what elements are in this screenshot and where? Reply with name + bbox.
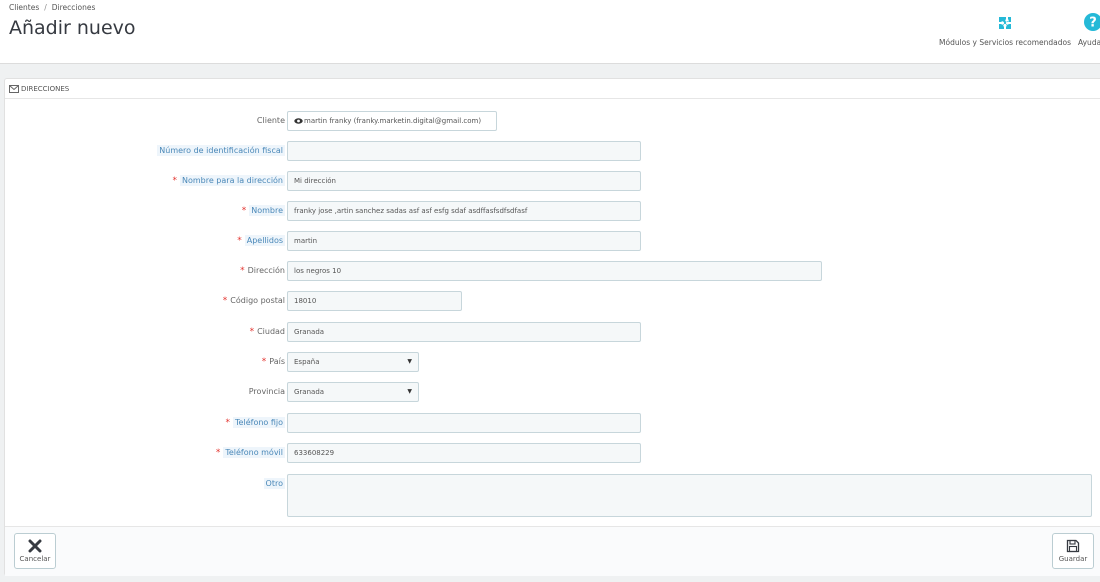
mobile-label: * Teléfono móvil: [215, 447, 285, 458]
form-row-customer: Cliente martin franky (franky.marketin.d…: [5, 111, 1100, 131]
address-label: * Dirección: [240, 266, 285, 276]
save-button[interactable]: Guardar: [1052, 533, 1094, 569]
form-row-vat-number: Número de identificación fiscal: [5, 141, 1100, 161]
phone-input[interactable]: [287, 413, 641, 433]
cancel-button[interactable]: Cancelar: [14, 533, 56, 569]
form-row-phone: * Teléfono fijo: [5, 413, 1100, 433]
breadcrumb-item-customers[interactable]: Clientes: [9, 3, 39, 12]
other-textarea[interactable]: [287, 474, 1092, 517]
form-row-firstname: * Nombre franky jose ,artin sanchez sadas…: [5, 201, 1100, 221]
panel-footer: Cancelar Guardar: [5, 526, 1100, 576]
alias-input[interactable]: Mi dirección: [287, 171, 641, 191]
close-icon: [28, 539, 42, 553]
form-row-state: Provincia Granada ▼: [5, 382, 1100, 402]
state-label: Provincia: [248, 387, 285, 396]
form-row-other: Otro: [5, 474, 1100, 517]
svg-text:?: ?: [1089, 16, 1097, 31]
country-label: * País: [261, 357, 285, 367]
cancel-label: Cancelar: [19, 555, 51, 563]
lastname-input[interactable]: martin: [287, 231, 641, 251]
help-icon: ?: [1084, 13, 1100, 31]
address-input[interactable]: los negros 10: [287, 261, 822, 281]
country-select[interactable]: España ▼: [287, 352, 419, 372]
firstname-input[interactable]: franky jose ,artin sanchez sadas asf asf…: [287, 201, 641, 221]
recommended-modules-label: Módulos y Servicios recomendados: [939, 38, 1071, 47]
save-label: Guardar: [1058, 555, 1088, 563]
eye-icon: [294, 117, 303, 124]
help-button[interactable]: ? Ayuda: [1078, 12, 1100, 47]
postcode-label: * Código postal: [222, 296, 285, 306]
city-label: * Ciudad: [249, 327, 285, 337]
vat-number-input[interactable]: [287, 141, 641, 161]
breadcrumb-separator: /: [44, 3, 47, 12]
breadcrumb-item-addresses[interactable]: Direcciones: [52, 3, 96, 12]
select-caret-icon: ▼: [407, 388, 412, 395]
state-select[interactable]: Granada ▼: [287, 382, 419, 402]
other-label: Otro: [263, 478, 285, 489]
mobile-input[interactable]: 633608229: [287, 443, 641, 463]
select-caret-icon: ▼: [407, 358, 412, 365]
form-row-country: * País España ▼: [5, 352, 1100, 372]
city-input[interactable]: Granada: [287, 322, 641, 342]
postcode-input[interactable]: 18010: [287, 291, 462, 311]
form-row-postcode: * Código postal 18010: [5, 291, 1100, 311]
alias-label: * Nombre para la dirección: [172, 175, 285, 186]
envelope-icon: [9, 84, 19, 93]
page-header: Clientes / Direcciones Añadir nuevo Módulo…: [0, 0, 1100, 64]
address-form-panel: DIRECCIONES Cliente martin franky (frank…: [4, 78, 1100, 576]
puzzle-icon: [999, 17, 1011, 29]
form-row-alias: * Nombre para la dirección Mi dirección: [5, 171, 1100, 191]
help-label: Ayuda: [1078, 38, 1100, 47]
form-row-address: * Dirección los negros 10: [5, 261, 1100, 281]
vat-number-label: Número de identificación fiscal: [157, 145, 285, 156]
firstname-label: * Nombre: [241, 205, 285, 216]
form-row-lastname: * Apellidos martin: [5, 231, 1100, 251]
panel-heading: DIRECCIONES: [5, 79, 1100, 99]
form-row-mobile: * Teléfono móvil 633608229: [5, 443, 1100, 463]
form-row-city: * Ciudad Granada: [5, 322, 1100, 342]
recommended-modules-button[interactable]: Módulos y Servicios recomendados: [938, 12, 1072, 47]
phone-label: * Teléfono fijo: [225, 417, 285, 428]
customer-label: Cliente: [256, 116, 285, 125]
panel-heading-text: DIRECCIONES: [21, 84, 70, 93]
customer-link[interactable]: martin franky (franky.marketin.digital@g…: [287, 111, 497, 131]
floppy-disk-icon: [1066, 539, 1080, 553]
breadcrumb: Clientes / Direcciones: [9, 3, 95, 12]
page-title: Añadir nuevo: [9, 17, 136, 39]
lastname-label: * Apellidos: [237, 235, 285, 246]
